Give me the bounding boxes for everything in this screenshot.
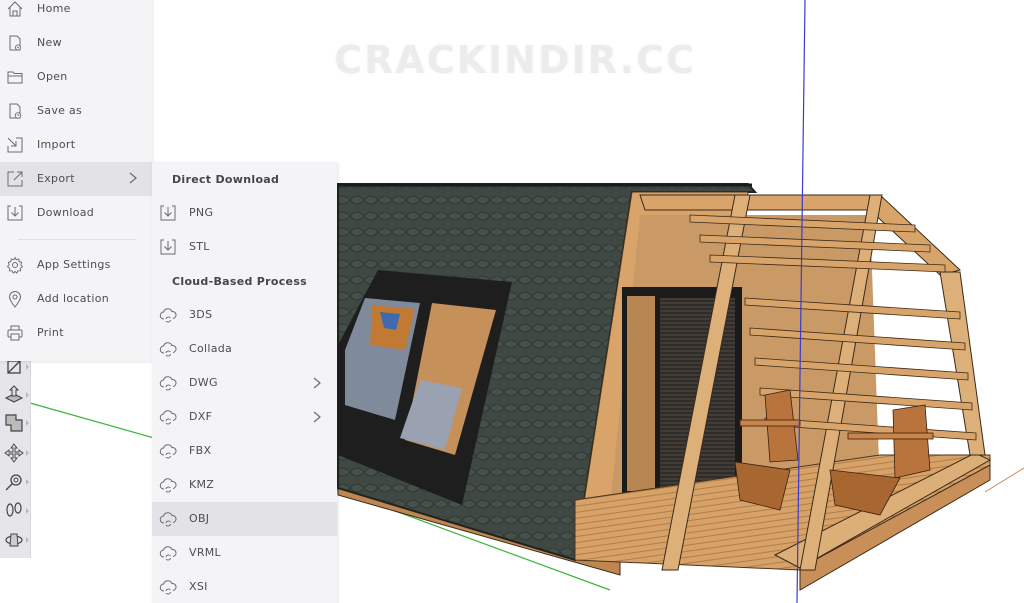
menu-item-label: App Settings	[37, 258, 111, 271]
walk-tool[interactable]	[4, 498, 30, 524]
export-xsi[interactable]: XSI	[152, 570, 337, 603]
orbit-tool-icon	[5, 533, 23, 547]
cloud-sync-icon	[159, 476, 177, 494]
menu-item-label: Save as	[37, 104, 83, 117]
walk-tool-icon	[6, 502, 22, 517]
cloud-sync-icon	[159, 510, 177, 528]
export-vrml[interactable]: VRML	[152, 536, 337, 570]
menu-item-download[interactable]: Download	[0, 196, 152, 230]
cloud-sync-icon	[159, 544, 177, 562]
export-item-label: PNG	[189, 206, 214, 219]
menu-item-new[interactable]: New	[0, 26, 152, 60]
move-tool-icon	[4, 443, 24, 463]
menu-item-label: Download	[37, 206, 95, 219]
watermark: CRACKINDIR.CC	[334, 38, 696, 82]
menu-item-app-settings[interactable]: App Settings	[0, 248, 152, 282]
cloud-process-header: Cloud-Based Process	[172, 275, 308, 288]
menu-item-label: Add location	[37, 292, 110, 305]
push-pull-tool[interactable]	[4, 382, 30, 408]
menu-item-add-location[interactable]: Add location	[0, 282, 152, 316]
cloud-sync-icon	[159, 578, 177, 596]
offset-tool-icon	[5, 414, 23, 432]
menu-item-label: Home	[37, 2, 71, 15]
menu-item-save-as[interactable]: Save as	[0, 94, 152, 128]
export-item-label: VRML	[189, 546, 221, 559]
move-tool[interactable]	[4, 440, 30, 466]
push-pull-tool-icon	[4, 385, 24, 403]
export-dwg[interactable]: DWG	[152, 366, 337, 400]
download-icon	[159, 238, 177, 256]
save-as-icon	[6, 102, 24, 120]
pergola-side	[939, 271, 986, 456]
cloud-sync-icon	[159, 442, 177, 460]
export-item-label: DWG	[189, 376, 218, 389]
export-item-label: XSI	[189, 580, 208, 593]
download-icon	[6, 204, 24, 222]
import-icon	[6, 136, 24, 154]
export-kmz[interactable]: KMZ	[152, 468, 337, 502]
export-item-label: Collada	[189, 342, 233, 355]
export-item-label: OBJ	[189, 512, 210, 525]
export-png[interactable]: PNG	[152, 196, 337, 230]
chevron-right-icon	[127, 171, 139, 185]
export-collada[interactable]: Collada	[152, 332, 337, 366]
export-submenu: Direct Download PNG STL Cloud-Based Proc…	[152, 162, 337, 603]
printer-icon	[6, 324, 24, 342]
cloud-sync-icon	[159, 306, 177, 324]
export-item-label: FBX	[189, 444, 212, 457]
menu-item-label: Open	[37, 70, 68, 83]
menu-item-label: Export	[37, 172, 75, 185]
tape-measure-tool-icon	[5, 474, 22, 491]
chevron-right-icon	[312, 376, 322, 390]
export-item-label: KMZ	[189, 478, 215, 491]
tape-measure-tool[interactable]	[4, 469, 30, 495]
menu-item-label: Print	[37, 326, 64, 339]
menu-item-home[interactable]: Home	[0, 0, 152, 26]
cloud-sync-icon	[159, 340, 177, 358]
export-stl[interactable]: STL	[152, 230, 337, 264]
red-axis	[984, 467, 1024, 493]
orbit-tool[interactable]	[4, 527, 30, 553]
chevron-right-icon	[312, 410, 322, 424]
file-menu: Home New Open Save as Import Export Down…	[0, 0, 152, 361]
export-icon	[6, 170, 24, 188]
download-icon	[159, 204, 177, 222]
tool-strip	[0, 360, 31, 558]
menu-item-label: Import	[37, 138, 76, 151]
offset-tool[interactable]	[4, 410, 30, 436]
folder-icon	[6, 68, 24, 86]
menu-divider	[18, 239, 136, 240]
menu-item-print[interactable]: Print	[0, 316, 152, 350]
export-obj[interactable]: OBJ	[152, 502, 337, 536]
cloud-sync-icon	[159, 408, 177, 426]
export-item-label: 3DS	[189, 308, 213, 321]
new-file-icon	[6, 34, 24, 52]
menu-item-export[interactable]: Export	[0, 162, 152, 196]
menu-item-import[interactable]: Import	[0, 128, 152, 162]
location-pin-icon	[6, 290, 24, 308]
export-3ds[interactable]: 3DS	[152, 298, 337, 332]
export-fbx[interactable]: FBX	[152, 434, 337, 468]
export-dxf[interactable]: DXF	[152, 400, 337, 434]
export-item-label: STL	[189, 240, 210, 253]
direct-download-header: Direct Download	[172, 173, 280, 186]
menu-item-open[interactable]: Open	[0, 60, 152, 94]
gear-icon	[6, 256, 24, 274]
menu-item-label: New	[37, 36, 62, 49]
cloud-sync-icon	[159, 374, 177, 392]
home-icon	[6, 0, 24, 18]
export-item-label: DXF	[189, 410, 213, 423]
